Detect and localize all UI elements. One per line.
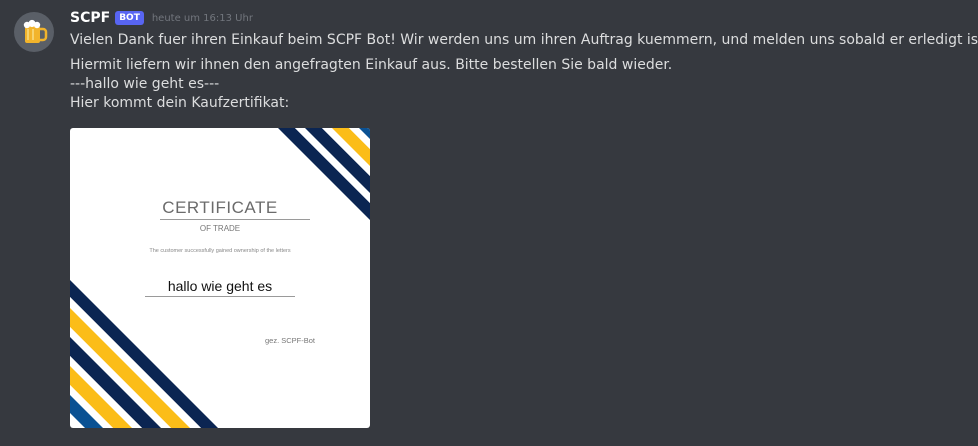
- certificate-title-rule: [160, 219, 310, 220]
- message-line: Hier kommt dein Kaufzertifikat:: [70, 95, 290, 111]
- bottom-left-stripes: [70, 280, 218, 428]
- message-line: Vielen Dank fuer ihren Einkauf beim SCPF…: [70, 32, 978, 48]
- certificate-description: The customer successfully gained ownersh…: [149, 248, 291, 254]
- message-header: SCPF BOT heute um 16:13 Uhr: [70, 8, 253, 28]
- username[interactable]: SCPF: [70, 10, 110, 26]
- message-content: Vielen Dank fuer ihren Einkauf beim SCPF…: [70, 31, 978, 113]
- avatar[interactable]: [14, 12, 54, 52]
- certificate-image[interactable]: CERTIFICATE OF TRADE The customer succes…: [70, 128, 370, 428]
- certificate-recipient: hallo wie geht es: [167, 278, 273, 294]
- certificate-subtitle: OF TRADE: [199, 224, 241, 233]
- beer-mug-icon: [23, 19, 48, 43]
- certificate-title: CERTIFICATE: [162, 198, 278, 217]
- certificate-signature: gez. SCPF-Bot: [264, 336, 316, 345]
- message-line: Hiermit liefern wir ihnen den angefragte…: [70, 57, 673, 73]
- certificate-name-rule: [145, 296, 295, 297]
- bot-badge: BOT: [115, 11, 144, 25]
- message-line: ---hallo wie geht es---: [70, 76, 220, 92]
- timestamp[interactable]: heute um 16:13 Uhr: [152, 13, 253, 24]
